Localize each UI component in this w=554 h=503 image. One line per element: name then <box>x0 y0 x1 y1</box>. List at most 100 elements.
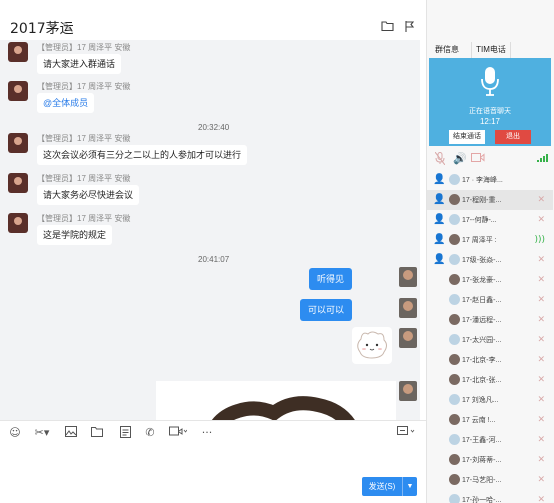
mic-muted-icon: ✕ <box>537 295 545 305</box>
send-button[interactable]: 发送(S) ▼ <box>362 477 417 496</box>
member-row[interactable]: 17 云南 !... ✕ <box>427 410 553 430</box>
send-label[interactable]: 发送(S) <box>362 477 402 496</box>
member-name: 17-潘远程-... <box>462 317 502 324</box>
tab-group-info[interactable]: 群信息 <box>429 42 465 58</box>
member-row[interactable]: 17-北京-李... ✕ <box>427 350 553 370</box>
signal-icon <box>537 152 549 166</box>
voice-call-box: 正在语音聊天 12:17 结束通话 退出 <box>429 58 551 146</box>
mic-muted-icon: ✕ <box>537 415 545 425</box>
mic-muted-icon: ✕ <box>537 395 545 405</box>
avatar[interactable] <box>8 133 28 153</box>
user-icon: 👤 <box>433 194 446 205</box>
emoji-icon[interactable]: ☺ <box>8 426 22 440</box>
avatar[interactable] <box>399 267 417 287</box>
member-row[interactable]: 17-太兴园-... ✕ <box>427 330 553 350</box>
member-name: 17-张龙豪-... <box>462 277 502 284</box>
member-name: 17 · 李海峰... <box>462 177 503 184</box>
member-row[interactable]: 17-王鑫-河... ✕ <box>427 430 553 450</box>
speaking-icon: ))) <box>534 235 545 245</box>
mic-muted-icon: ✕ <box>537 435 545 445</box>
tab-tim-call[interactable]: TIM电话 <box>471 42 511 58</box>
avatar[interactable] <box>8 81 28 101</box>
user-icon: 👤 <box>433 234 446 245</box>
video-icon[interactable] <box>168 426 188 440</box>
member-row[interactable]: 17-赵日鑫-... ✕ <box>427 290 553 310</box>
member-row[interactable]: 👤 17 · 李海峰... <box>427 170 553 190</box>
document-icon[interactable] <box>118 426 132 440</box>
message-list[interactable]: 【管理员】17 周泽平 安徽 请大家进入群通话 【管理员】17 周泽平 安徽 @… <box>0 40 420 420</box>
call-member-list[interactable]: 👤 17 · 李海峰... 👤 17-程刚-重... ✕ 👤 17--何静-..… <box>427 170 554 503</box>
call-status: 正在语音聊天 <box>469 108 511 115</box>
avatar[interactable] <box>399 298 417 318</box>
avatar[interactable] <box>399 381 417 401</box>
member-row[interactable]: 17-孙一哈-... ✕ <box>427 490 553 503</box>
message-sender: 【管理员】17 周泽平 安徽 <box>37 174 131 183</box>
message-sender: 【管理员】17 周泽平 安徽 <box>37 214 131 223</box>
avatar <box>449 454 460 465</box>
mic-muted-icon: ✕ <box>537 195 545 205</box>
message-bubble[interactable]: 请大家务必尽快进会议 <box>37 185 140 205</box>
avatar <box>449 294 460 305</box>
mic-muted-icon: ✕ <box>537 335 545 345</box>
microphone-icon <box>481 67 499 96</box>
member-row[interactable]: 👤 17 周泽平 : ))) <box>427 230 553 250</box>
avatar[interactable] <box>8 173 28 193</box>
member-name: 17-程刚-重... <box>462 197 502 204</box>
member-name: 17 云南 !... <box>462 417 496 424</box>
side-panel: 群信息 TIM电话 正在语音聊天 12:17 结束通话 退出 🔊 👤 17 · … <box>426 0 554 503</box>
mention-all-link[interactable]: @全体成员 <box>37 93 95 113</box>
member-row[interactable]: 17-张龙豪-... ✕ <box>427 270 553 290</box>
member-row[interactable]: 17 刘逸凡... ✕ <box>427 390 553 410</box>
mic-muted-icon[interactable] <box>434 151 446 169</box>
my-message-bubble[interactable]: 听得见 <box>308 268 352 290</box>
member-name: 17-太兴园-... <box>462 337 502 344</box>
avatar[interactable] <box>399 328 417 348</box>
member-name: 17-王鑫-河... <box>462 437 502 444</box>
member-name: 17-赵日鑫-... <box>462 297 502 304</box>
message-bubble[interactable]: 请大家进入群通话 <box>37 54 122 74</box>
more-icon[interactable]: ··· <box>200 426 214 440</box>
phone-icon[interactable]: ✆ <box>143 426 157 440</box>
member-row[interactable]: 17-刘蒋蒂-... ✕ <box>427 450 553 470</box>
message-bubble[interactable]: 这是学院的规定 <box>37 225 113 245</box>
member-row[interactable]: 17-马艺阳-... ✕ <box>427 470 553 490</box>
avatar <box>449 274 460 285</box>
title-bar: 2017茅运 ✎ <box>0 0 426 40</box>
my-message-bubble[interactable]: 可以可以 <box>299 299 352 321</box>
chevron-down-icon[interactable]: ▼ <box>402 477 417 496</box>
avatar <box>449 374 460 385</box>
flag-icon[interactable] <box>403 20 417 34</box>
avatar <box>449 254 460 265</box>
pencil-icon[interactable]: ✎ <box>62 20 71 33</box>
camera-off-icon[interactable] <box>471 152 485 167</box>
image-message[interactable] <box>156 381 396 420</box>
avatar <box>449 394 460 405</box>
message-bubble[interactable]: 这次会议必须有三分之二以上的人参加才可以进行 <box>37 145 248 165</box>
folder-icon[interactable] <box>380 20 394 34</box>
user-icon: 👤 <box>433 214 446 225</box>
end-call-button[interactable]: 结束通话 <box>449 130 485 144</box>
speaker-icon[interactable]: 🔊 <box>453 152 467 166</box>
member-row[interactable]: 👤 17--何静-... ✕ <box>427 210 553 230</box>
member-row[interactable]: 17-北京-张... ✕ <box>427 370 553 390</box>
image-icon[interactable] <box>64 426 78 440</box>
avatar[interactable] <box>8 42 28 62</box>
member-row[interactable]: 17-潘远程-... ✕ <box>427 310 553 330</box>
mic-muted-icon: ✕ <box>537 275 545 285</box>
avatar[interactable] <box>8 213 28 233</box>
chat-panel: 2017茅运 ✎ 【管理员】17 周泽平 安徽 请大家进入群通话 【管理员】17… <box>0 0 426 503</box>
member-name: 17-北京-李... <box>462 357 502 364</box>
mic-muted-icon: ✕ <box>537 355 545 365</box>
sticker-message[interactable] <box>352 327 392 364</box>
input-toolbar: ☺ ✂▾ ✆ ··· <box>0 420 426 444</box>
member-row[interactable]: 👤 17级-张焱-... ✕ <box>427 250 553 270</box>
scissors-icon[interactable]: ✂▾ <box>32 426 52 440</box>
folder-icon[interactable] <box>90 426 104 440</box>
tips-icon[interactable] <box>396 426 418 440</box>
member-name: 17级-张焱-... <box>462 257 502 264</box>
member-row[interactable]: 👤 17-程刚-重... ✕ <box>427 190 553 210</box>
leave-call-button[interactable]: 退出 <box>495 130 531 144</box>
member-name: 17-孙一哈-... <box>462 497 502 503</box>
avatar <box>449 194 460 205</box>
message-sender: 【管理员】17 周泽平 安徽 <box>37 134 131 143</box>
